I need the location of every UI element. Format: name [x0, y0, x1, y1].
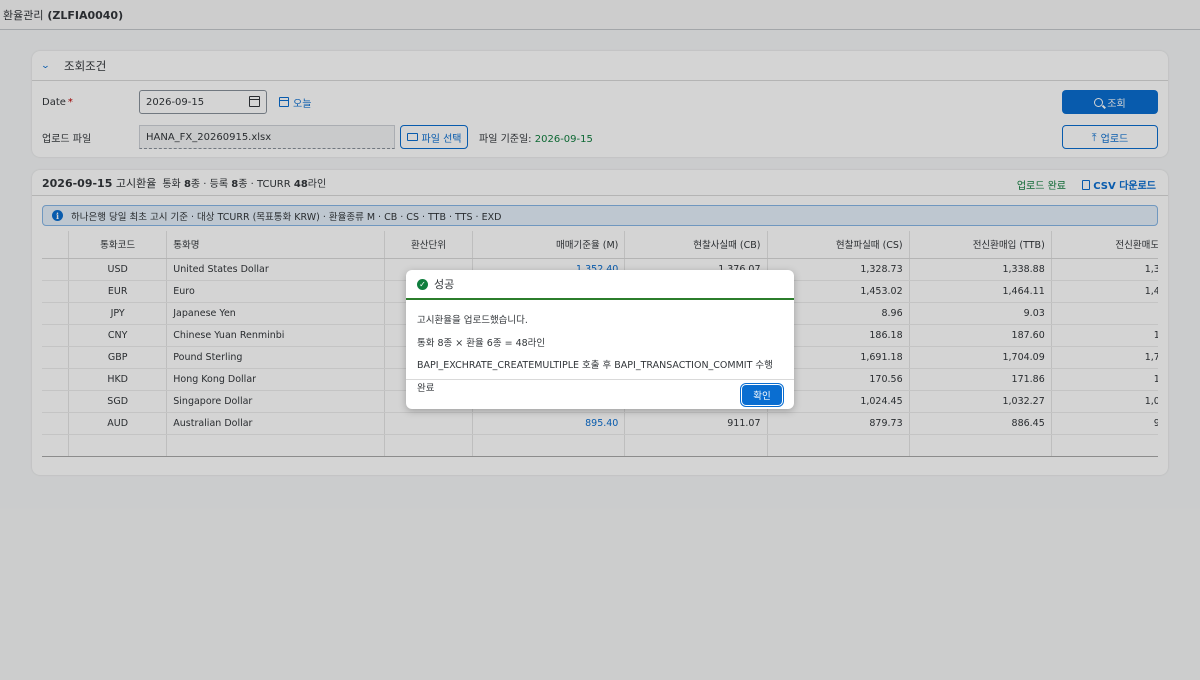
- dialog-footer: 확인: [406, 379, 794, 409]
- dialog-header: ✓ 성공: [406, 270, 794, 300]
- success-check-icon: ✓: [417, 278, 428, 290]
- dialog-message-1: 고시환율을 업로드했습니다.: [417, 315, 528, 326]
- confirm-button[interactable]: 확인: [742, 385, 782, 405]
- success-dialog: ✓ 성공 고시환율을 업로드했습니다. 통화 8종 × 환율 6종 = 48라인…: [406, 270, 794, 409]
- dialog-title: 성공: [434, 278, 455, 291]
- dialog-message-2: 통화 8종 × 환율 6종 = 48라인: [417, 337, 546, 349]
